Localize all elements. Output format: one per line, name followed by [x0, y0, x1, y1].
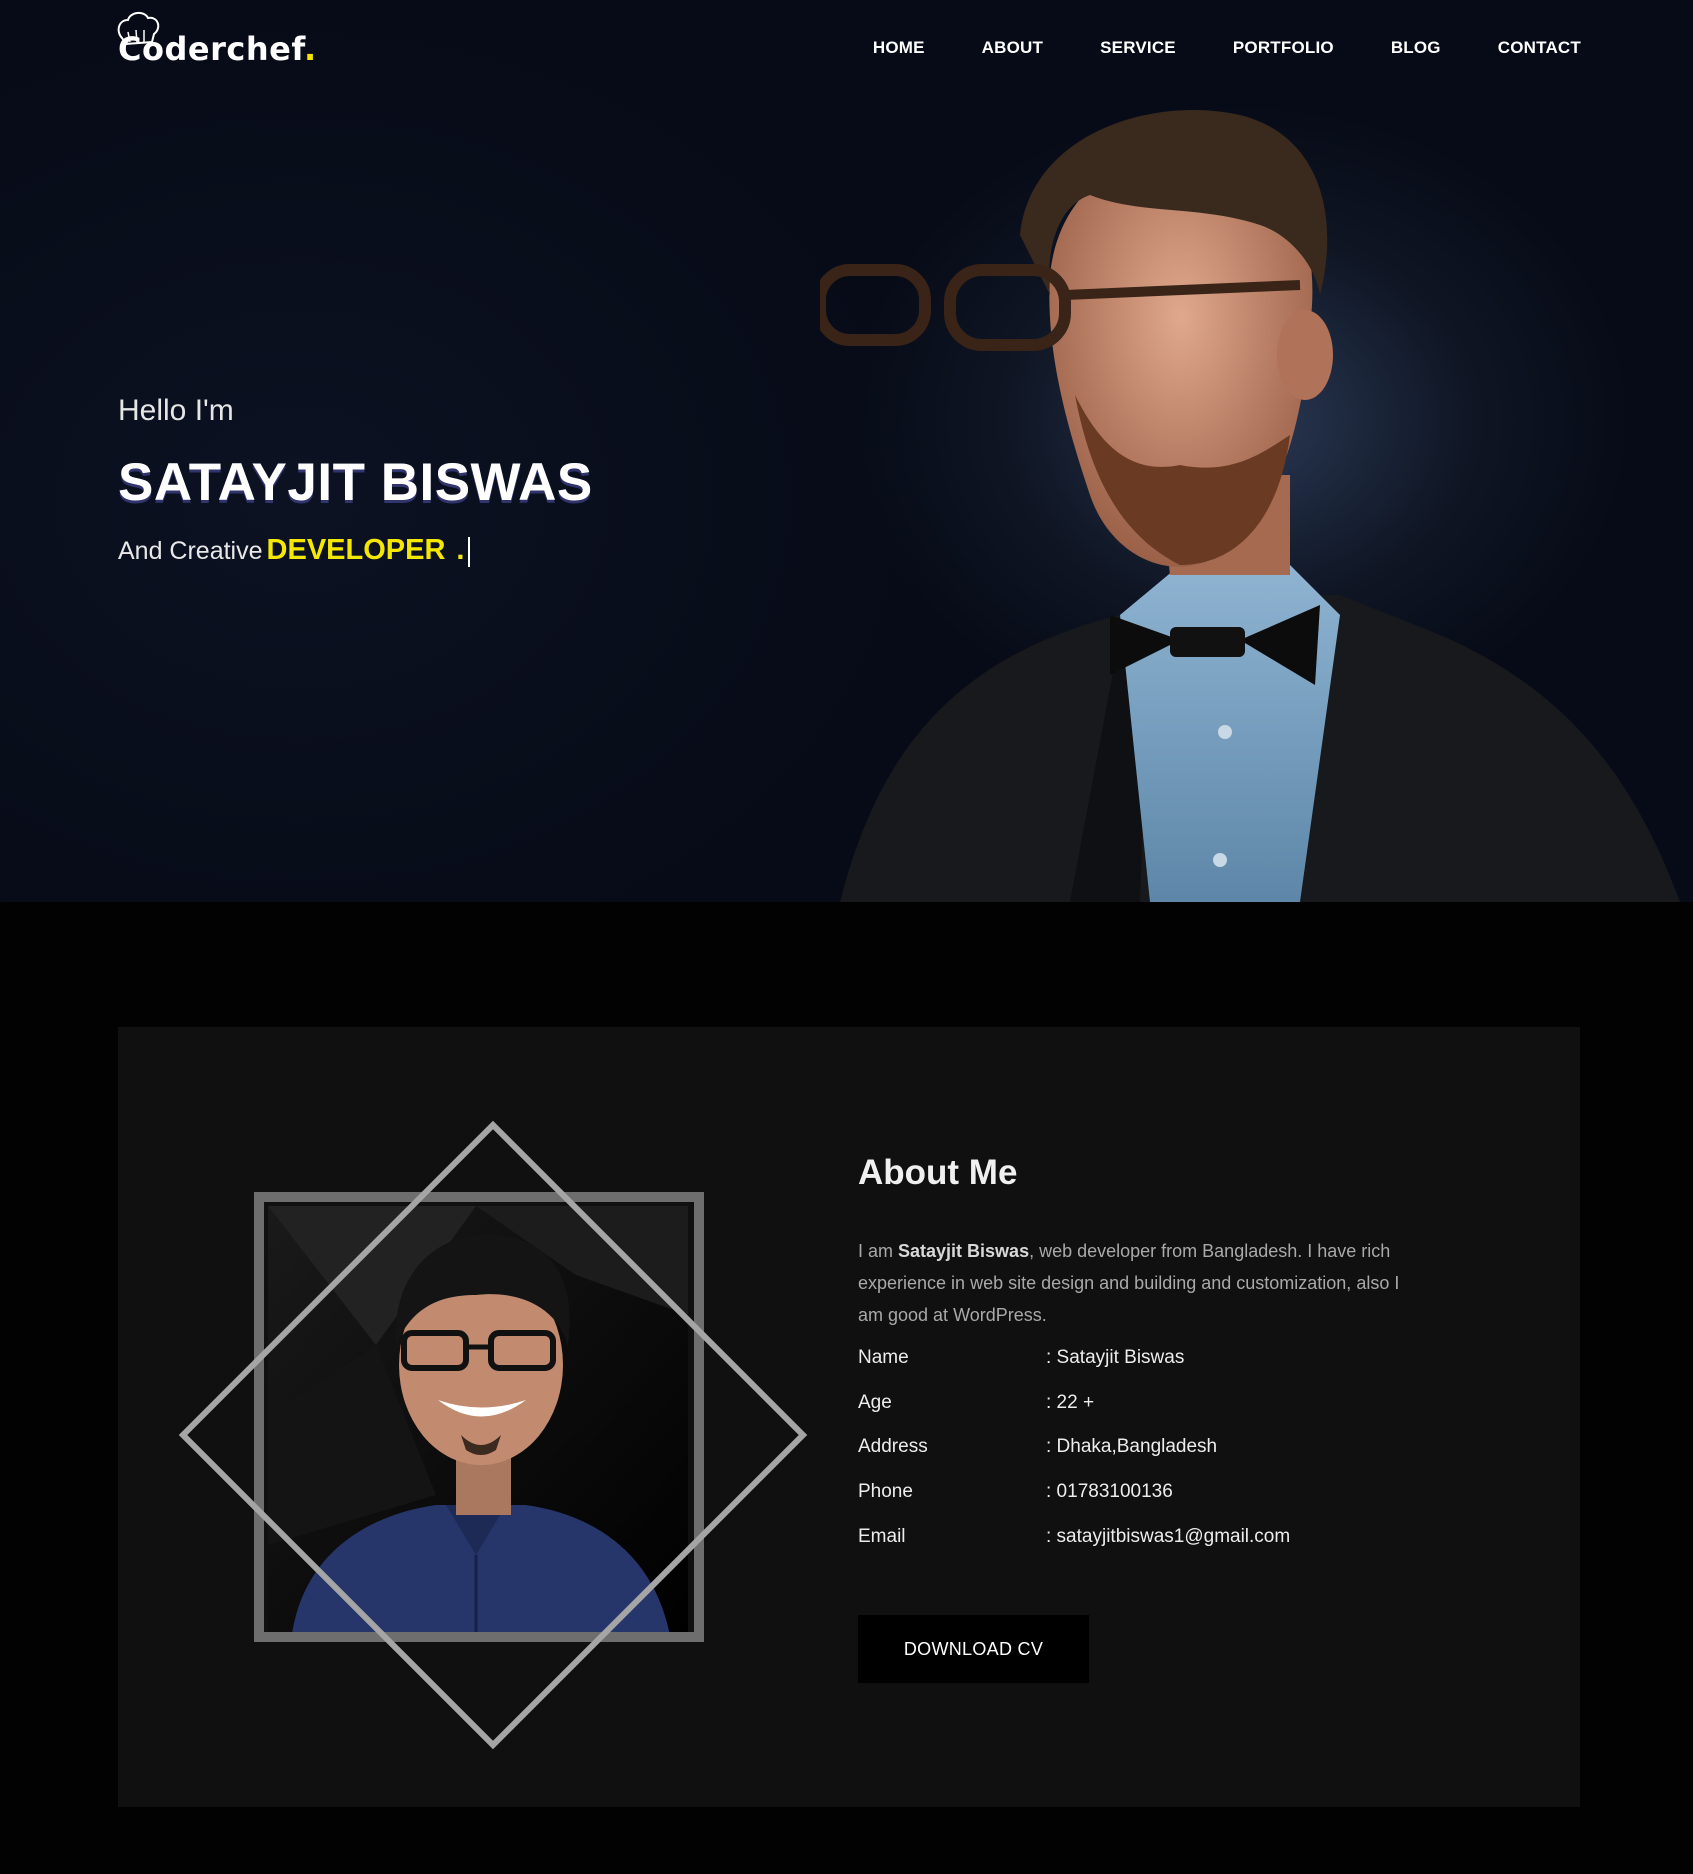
- nav-home[interactable]: HOME: [873, 38, 925, 58]
- detail-label: Email: [858, 1526, 906, 1547]
- about-heading: About Me: [858, 1153, 1018, 1192]
- nav-portfolio[interactable]: PORTFOLIO: [1233, 38, 1334, 58]
- nav-service[interactable]: SERVICE: [1100, 38, 1176, 58]
- about-photo-illustration: [178, 1120, 808, 1750]
- tagline-role: DEVELOPER: [266, 534, 446, 566]
- bio-name: Satayjit Biswas: [898, 1241, 1030, 1261]
- download-cv-button[interactable]: DOWNLOAD CV: [858, 1615, 1089, 1683]
- logo-dot: .: [303, 30, 317, 68]
- nav-contact[interactable]: CONTACT: [1498, 38, 1581, 58]
- detail-value[interactable]: : satayjitbiswas1@gmail.com: [1046, 1526, 1290, 1548]
- detail-value: : 01783100136: [1046, 1481, 1173, 1502]
- about-section: About Me I am Satayjit Biswas, web devel…: [118, 1027, 1580, 1807]
- hero-tagline: And Creative DEVELOPER .: [118, 534, 471, 568]
- about-bio: I am Satayjit Biswas, web developer from…: [858, 1235, 1428, 1331]
- main-nav: HOME ABOUT SERVICE PORTFOLIO BLOG CONTAC…: [816, 38, 1581, 58]
- site-logo[interactable]: Coderchef.: [117, 12, 317, 68]
- hero-name: SATAYJIT BISWAS: [118, 453, 593, 512]
- about-photo-frame: [176, 1115, 811, 1750]
- detail-label: Name: [858, 1347, 909, 1368]
- nav-about[interactable]: ABOUT: [982, 38, 1043, 58]
- typing-cursor: [468, 537, 471, 568]
- detail-value: : Satayjit Biswas: [1046, 1347, 1185, 1368]
- chef-hat-icon: [117, 12, 160, 46]
- nav-blog[interactable]: BLOG: [1391, 38, 1441, 58]
- detail-label: Age: [858, 1392, 892, 1413]
- tagline-prefix: And Creative: [118, 537, 263, 565]
- detail-label: Address: [858, 1436, 928, 1457]
- detail-label: Phone: [858, 1481, 913, 1502]
- bio-prefix: I am: [858, 1241, 899, 1261]
- tagline-role-suffix: .: [456, 534, 465, 566]
- detail-value: : Dhaka,Bangladesh: [1046, 1436, 1218, 1457]
- hero-portrait-image: [820, 110, 1680, 902]
- hero-greeting: Hello I'm: [118, 394, 234, 427]
- hero-section: Coderchef. HOME ABOUT SERVICE PORTFOLIO …: [0, 0, 1693, 902]
- detail-value: : 22 +: [1046, 1392, 1095, 1413]
